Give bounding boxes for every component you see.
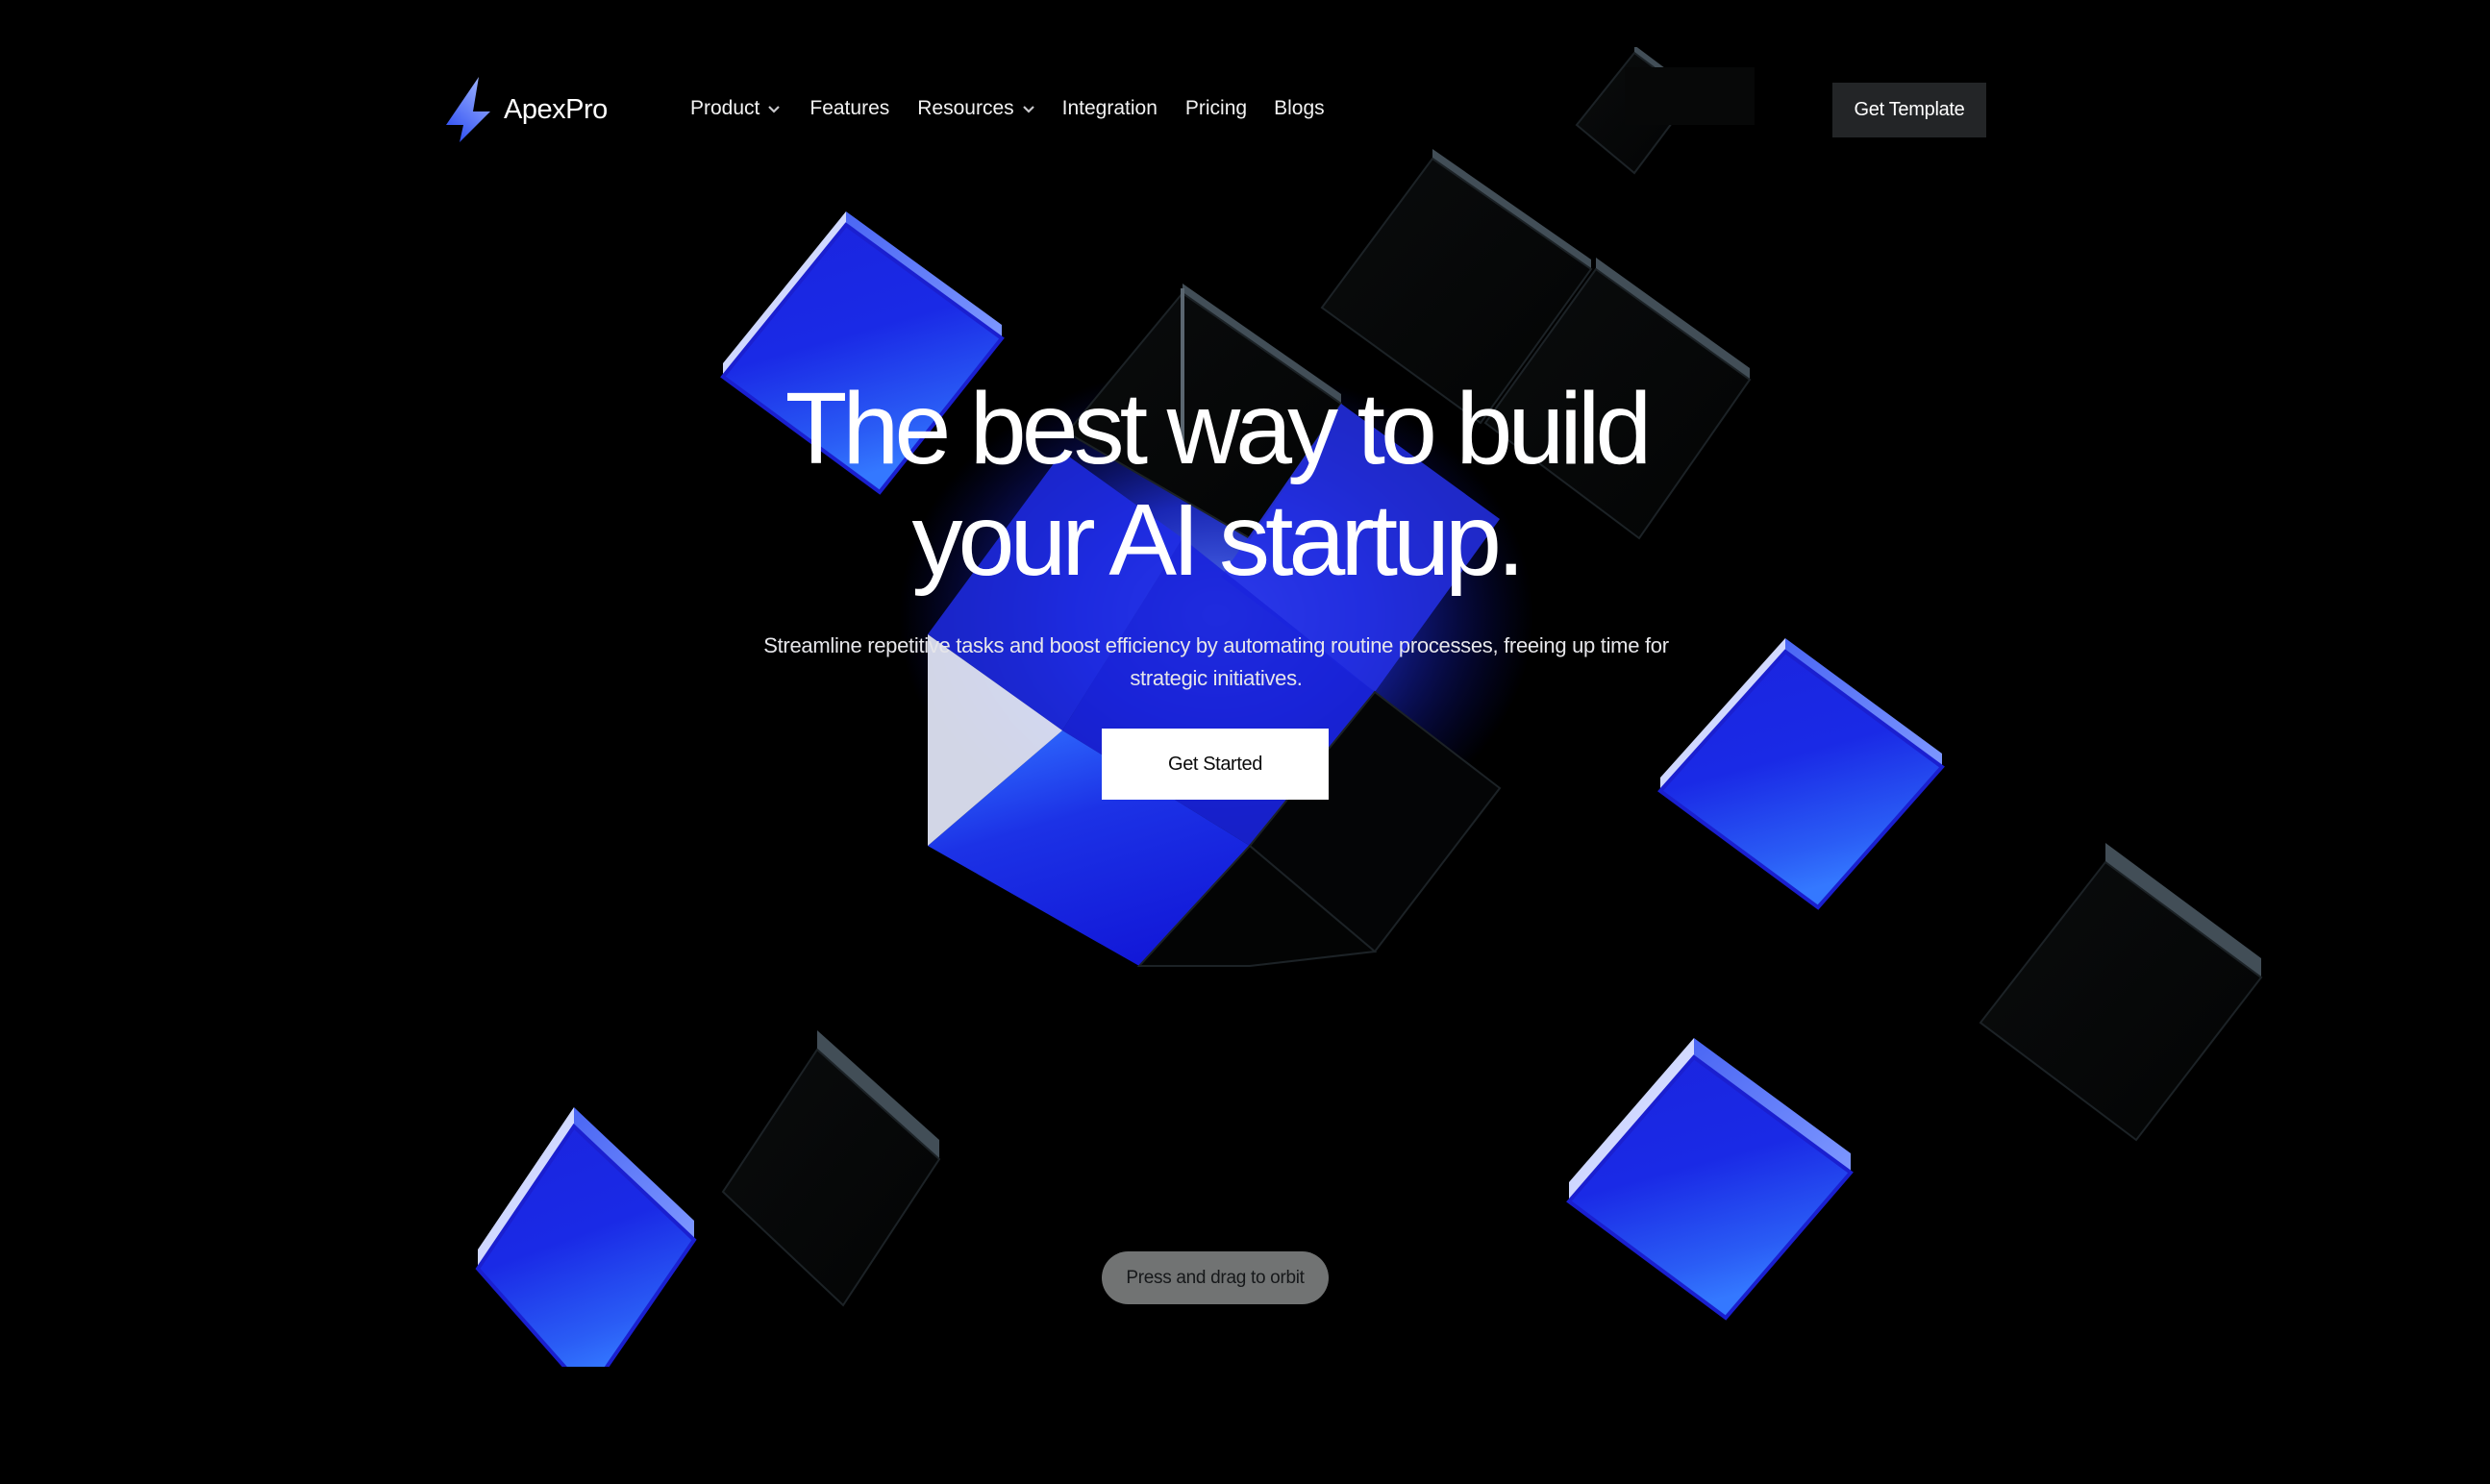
- nav-item-label: Resources: [917, 97, 1014, 119]
- hero-title-line-1: The best way to build: [784, 372, 1653, 485]
- nav-item-features[interactable]: Features: [809, 97, 889, 120]
- brand-name: ApexPro: [504, 93, 608, 125]
- nav-item-label: Blogs: [1274, 97, 1325, 119]
- blue-cube-bottom-left-face: [475, 1123, 697, 1367]
- 3d-scene-canvas[interactable]: [0, 47, 2490, 1367]
- hero-subtitle-line-1: Streamline repetitive tasks and boost ef…: [763, 633, 1669, 657]
- brand-logo[interactable]: ApexPro: [444, 77, 608, 142]
- glass-cube-right-face: [1979, 860, 2263, 1142]
- nav-links: Product Features Resources Integration P…: [690, 97, 1325, 120]
- get-started-button[interactable]: Get Started: [1102, 729, 1329, 800]
- nav-item-blogs[interactable]: Blogs: [1274, 97, 1325, 120]
- nav-item-integration[interactable]: Integration: [1062, 97, 1158, 120]
- hero-subtitle: Streamline repetitive tasks and boost ef…: [0, 630, 2432, 695]
- get-template-button[interactable]: Get Template: [1832, 83, 1986, 137]
- orbit-hint-badge: Press and drag to orbit: [1102, 1251, 1329, 1304]
- nav-item-product[interactable]: Product: [690, 97, 781, 120]
- glass-cube-bottom-face: [721, 1048, 941, 1307]
- hero-title-line-2: your AI startup.: [911, 483, 1526, 597]
- top-navigation: ApexPro Product Features Resources Integ…: [0, 0, 2490, 192]
- chevron-down-icon: [1022, 106, 1034, 113]
- chevron-down-icon: [768, 106, 781, 113]
- nav-item-resources[interactable]: Resources: [917, 97, 1034, 120]
- hero-subtitle-line-2: strategic initiatives.: [1130, 666, 1303, 690]
- lightning-bolt-icon: [446, 77, 490, 142]
- nav-item-label: Integration: [1061, 97, 1158, 119]
- blue-cube-bottom-right-face: [1566, 1054, 1854, 1321]
- hero-title: The best way to build your AI startup.: [0, 373, 2432, 596]
- nav-item-label: Pricing: [1184, 97, 1248, 119]
- nav-item-label: Features: [809, 97, 890, 119]
- nav-item-label: Product: [690, 97, 760, 119]
- nav-item-pricing[interactable]: Pricing: [1185, 97, 1247, 120]
- cube-scene: [475, 47, 2263, 1367]
